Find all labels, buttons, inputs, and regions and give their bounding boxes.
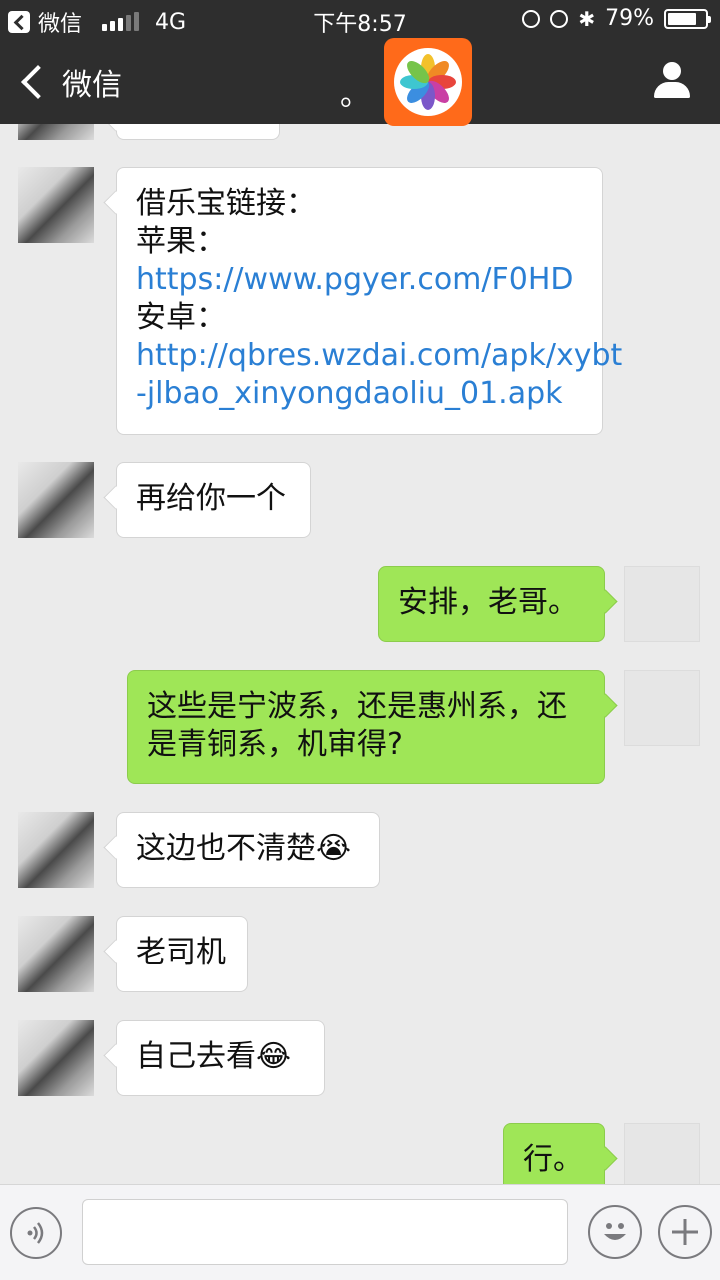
avatar-me[interactable] (624, 1123, 700, 1184)
message-input[interactable] (82, 1199, 568, 1265)
message-text: 这边也不清楚 (136, 831, 316, 866)
avatar-other[interactable] (18, 916, 94, 992)
avatar-other[interactable] (18, 167, 94, 243)
bluetooth-icon: ✱ (578, 6, 596, 31)
message-text: 自己去看 (136, 1039, 256, 1074)
status-right: ✱ 79% (522, 6, 711, 31)
message-bubble-partial (116, 124, 280, 140)
avatar-other[interactable] (18, 462, 94, 538)
input-bar (0, 1184, 720, 1280)
alarm-icon (550, 9, 569, 28)
avatar-other[interactable] (18, 1020, 94, 1096)
message-bubble-me[interactable]: 行。 (503, 1123, 605, 1184)
chat-area[interactable]: 借乐宝链接： 苹果： https://www.pgyer.com/F0HD 安卓… (0, 124, 720, 1184)
message-bubble[interactable]: 这边也不清楚😭 (116, 812, 380, 888)
message-line: 这些是宁波系，还是惠州系，还 (147, 689, 567, 724)
message-link[interactable]: http://qbres.wzdai.com/apk/xybt (136, 337, 622, 375)
voice-icon (27, 1222, 44, 1244)
nav-bar: 微信 。 (0, 40, 720, 124)
message-line: 安卓： (136, 300, 226, 335)
avatar-me[interactable] (624, 566, 700, 642)
avatar-me[interactable] (624, 670, 700, 746)
floating-photos-app-icon[interactable] (384, 38, 472, 126)
plus-icon (672, 1219, 698, 1245)
back-label: 微信 (62, 68, 122, 103)
message-line: 借乐宝链接： (136, 186, 316, 221)
message-line: 苹果： (136, 224, 226, 259)
message-bubble[interactable]: 再给你一个 (116, 462, 311, 538)
voice-button[interactable] (10, 1207, 62, 1259)
crying-face-icon: 😭 (316, 831, 352, 866)
message-link[interactable]: https://www.pgyer.com/F0HD (136, 261, 583, 299)
message-bubble-me[interactable]: 安排，老哥。 (378, 566, 605, 642)
message-text: 行。 (523, 1142, 583, 1177)
message-link[interactable]: -jlbao_xinyongdaoliu_01.apk (136, 375, 583, 413)
pinwheel-icon (394, 48, 462, 116)
plus-button[interactable] (658, 1205, 712, 1259)
avatar-other[interactable] (18, 124, 94, 140)
message-text: 安排，老哥。 (398, 585, 578, 620)
message-bubble[interactable]: 老司机 (116, 916, 248, 992)
message-bubble[interactable]: 自己去看😂 (116, 1020, 325, 1096)
avatar-other[interactable] (18, 812, 94, 888)
tears-of-joy-icon: 😂 (256, 1039, 292, 1074)
emoji-icon (604, 1223, 626, 1240)
message-text: 老司机 (136, 935, 226, 970)
user-icon[interactable] (652, 62, 692, 102)
battery-icon (664, 8, 711, 29)
message-line: 是青铜系，机审得? (147, 727, 403, 762)
message-bubble-me[interactable]: 这些是宁波系，还是惠州系，还 是青铜系，机审得? (127, 670, 605, 784)
message-bubble[interactable]: 借乐宝链接： 苹果： https://www.pgyer.com/F0HD 安卓… (116, 167, 622, 435)
battery-percent: 79% (605, 6, 654, 31)
chat-title: 。 (340, 78, 370, 113)
message-text: 再给你一个 (136, 481, 286, 516)
status-bar: 微信 4G 下午8:57 ✱ 79% (0, 0, 720, 40)
back-button[interactable]: 微信 (18, 60, 122, 104)
chevron-left-icon (21, 65, 55, 99)
emoji-button[interactable] (588, 1205, 642, 1259)
rotation-lock-icon (522, 9, 541, 28)
